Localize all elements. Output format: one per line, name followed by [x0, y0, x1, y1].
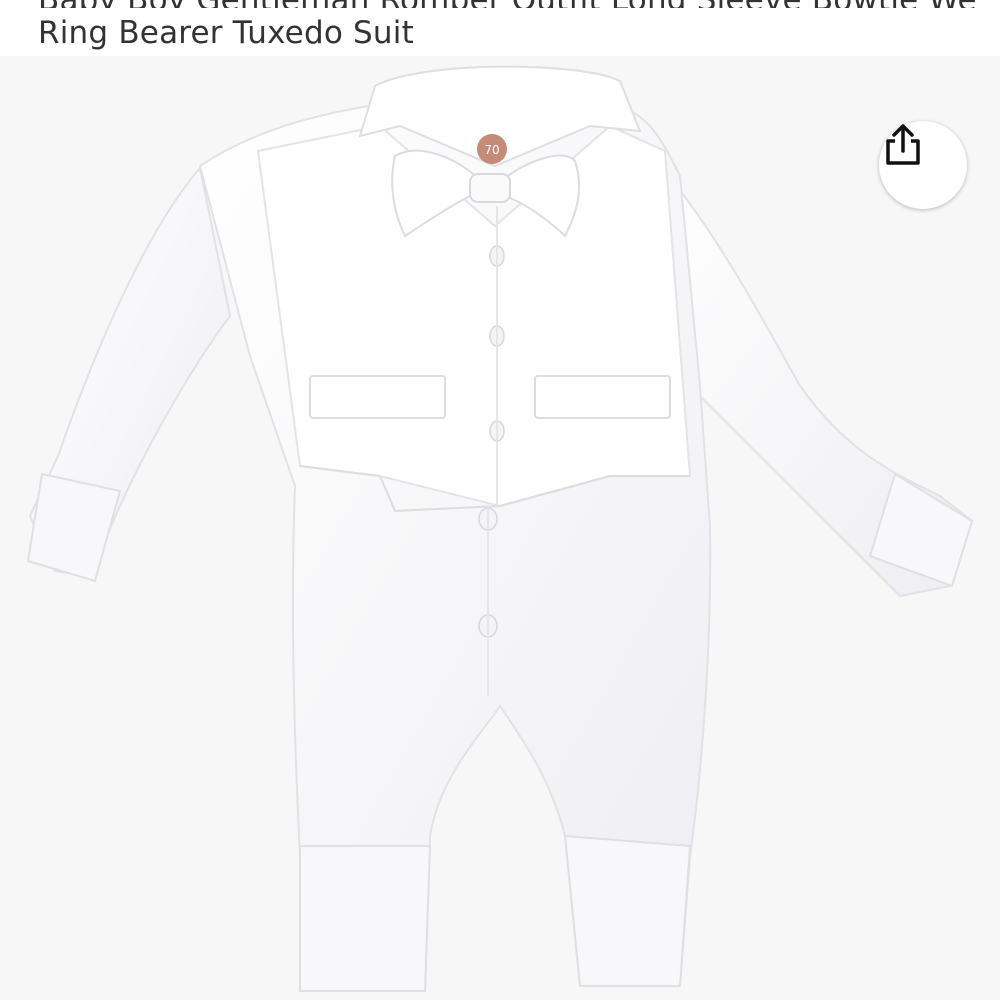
left-pocket-flap — [309, 375, 446, 419]
left-cuff — [26, 472, 122, 583]
product-title: Ring Bearer Tuxedo Suit — [38, 15, 414, 51]
product-title-partial-line: Baby Boy Gentleman Romper Outfit Long Sl… — [38, 0, 978, 8]
product-image[interactable]: 70 — [0, 56, 1000, 1000]
left-leg-cuff — [299, 845, 432, 992]
share-button[interactable] — [879, 121, 967, 209]
romper-illustration: 70 — [26, 65, 974, 992]
right-leg-cuff — [563, 834, 692, 987]
share-icon — [886, 124, 920, 165]
right-pocket-flap — [534, 375, 671, 419]
size-tag-text: 70 — [484, 143, 499, 157]
